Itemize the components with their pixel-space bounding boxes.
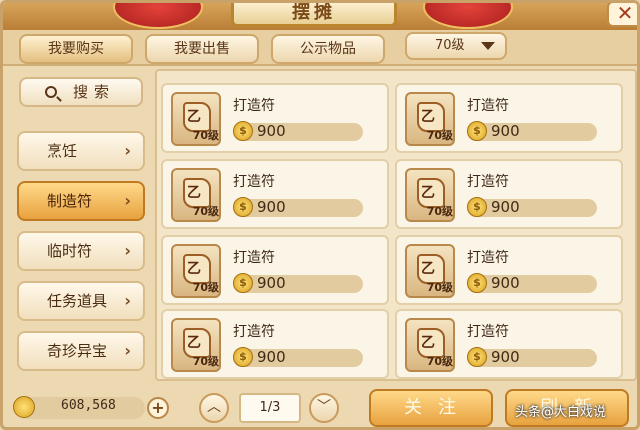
item-name: 打造符	[233, 174, 275, 190]
item-name: 打造符	[467, 250, 509, 266]
sidebar-item-crafting-talisman[interactable]: 制造符 ›	[17, 181, 145, 221]
item-level: 70级	[192, 129, 219, 142]
coin-icon: $	[467, 273, 487, 293]
sidebar-item-label: 临时符	[47, 242, 93, 260]
coin-icon: $	[233, 347, 253, 367]
caret-down-icon	[481, 42, 495, 50]
coin-icon: $	[233, 197, 253, 217]
window-title: 摆摊	[231, 3, 397, 27]
item-price: 900	[257, 122, 286, 140]
item-level: 70级	[426, 205, 453, 218]
item-card[interactable]: 乙 70级 打造符 $ 900	[161, 235, 389, 305]
scroll-icon: 乙 70级	[171, 318, 221, 372]
item-level: 70级	[426, 355, 453, 368]
coin-icon	[13, 396, 35, 418]
item-price: 900	[257, 198, 286, 216]
close-button[interactable]: ✕	[607, 3, 637, 27]
watermark: 头条@大白戏说	[515, 405, 607, 420]
scroll-icon: 乙 70级	[405, 318, 455, 372]
item-level: 70级	[426, 129, 453, 142]
item-card[interactable]: 乙 70级 打造符 $ 900	[395, 309, 623, 379]
next-page-button[interactable]: ﹀	[309, 393, 339, 423]
scroll-icon: 乙 70级	[405, 92, 455, 146]
item-card[interactable]: 乙 70级 打造符 $ 900	[395, 159, 623, 229]
sidebar-item-label: 制造符	[47, 192, 93, 210]
item-price: 900	[257, 274, 286, 292]
scroll-icon: 乙 70级	[405, 168, 455, 222]
coin-icon: $	[233, 121, 253, 141]
chevron-right-icon: ›	[124, 341, 131, 360]
stall-window: 摆摊 ✕ 我要购买 我要出售 公示物品 70级 搜索 烹饪 › 制造符 › 临时…	[0, 0, 640, 430]
category-sidebar: 搜索 烹饪 › 制造符 › 临时符 › 任务道具 › 奇珍异宝 ›	[11, 69, 151, 381]
scroll-icon: 乙 70级	[171, 244, 221, 298]
item-name: 打造符	[467, 324, 509, 340]
item-name: 打造符	[233, 324, 275, 340]
item-name: 打造符	[467, 98, 509, 114]
item-level: 70级	[426, 281, 453, 294]
item-price: 900	[491, 274, 520, 292]
chevron-right-icon: ›	[124, 241, 131, 260]
coin-icon: $	[467, 347, 487, 367]
sidebar-item-temporary-talisman[interactable]: 临时符 ›	[17, 231, 145, 271]
footer-bar: 608,568 + ︿ 1/3 ﹀ 关注 刷新 头条@大白戏说	[3, 385, 637, 427]
sidebar-item-label: 任务道具	[47, 292, 108, 310]
sidebar-item-quest-items[interactable]: 任务道具 ›	[17, 281, 145, 321]
item-name: 打造符	[233, 250, 275, 266]
previous-page-button[interactable]: ︿	[199, 393, 229, 423]
sidebar-item-cooking[interactable]: 烹饪 ›	[17, 131, 145, 171]
item-price: 900	[491, 348, 520, 366]
add-money-button[interactable]: +	[147, 397, 169, 419]
item-level: 70级	[192, 281, 219, 294]
scroll-icon: 乙 70级	[171, 92, 221, 146]
sidebar-item-treasures[interactable]: 奇珍异宝 ›	[17, 331, 145, 371]
scroll-icon: 乙 70级	[405, 244, 455, 298]
sidebar-item-label: 烹饪	[47, 142, 78, 160]
item-price: 900	[491, 122, 520, 140]
item-level: 70级	[192, 355, 219, 368]
tab-buy[interactable]: 我要购买	[19, 34, 133, 64]
sidebar-item-label: 奇珍异宝	[47, 342, 108, 360]
chevron-right-icon: ›	[124, 141, 131, 160]
money-amount: 608,568	[61, 398, 116, 413]
item-card[interactable]: 乙 70级 打造符 $ 900	[395, 235, 623, 305]
item-name: 打造符	[467, 174, 509, 190]
item-card[interactable]: 乙 70级 打造符 $ 900	[161, 83, 389, 153]
scroll-icon: 乙 70级	[171, 168, 221, 222]
tab-public-items[interactable]: 公示物品	[271, 34, 385, 64]
level-filter-value: 70级	[435, 38, 465, 53]
search-button[interactable]: 搜索	[19, 77, 143, 107]
background-decoration	[509, 35, 637, 63]
page-indicator: 1/3	[239, 393, 301, 423]
chevron-right-icon: ›	[124, 191, 131, 210]
item-name: 打造符	[233, 98, 275, 114]
coin-icon: $	[233, 273, 253, 293]
item-card[interactable]: 乙 70级 打造符 $ 900	[395, 83, 623, 153]
search-label: 搜索	[73, 83, 116, 101]
search-icon	[45, 86, 57, 98]
coin-icon: $	[467, 121, 487, 141]
chevron-right-icon: ›	[124, 291, 131, 310]
level-filter-dropdown[interactable]: 70级	[405, 32, 507, 60]
tab-sell[interactable]: 我要出售	[145, 34, 259, 64]
item-price: 900	[491, 198, 520, 216]
coin-icon: $	[467, 197, 487, 217]
item-price: 900	[257, 348, 286, 366]
item-level: 70级	[192, 205, 219, 218]
item-card[interactable]: 乙 70级 打造符 $ 900	[161, 309, 389, 379]
item-card[interactable]: 乙 70级 打造符 $ 900	[161, 159, 389, 229]
follow-button[interactable]: 关注	[369, 389, 493, 427]
